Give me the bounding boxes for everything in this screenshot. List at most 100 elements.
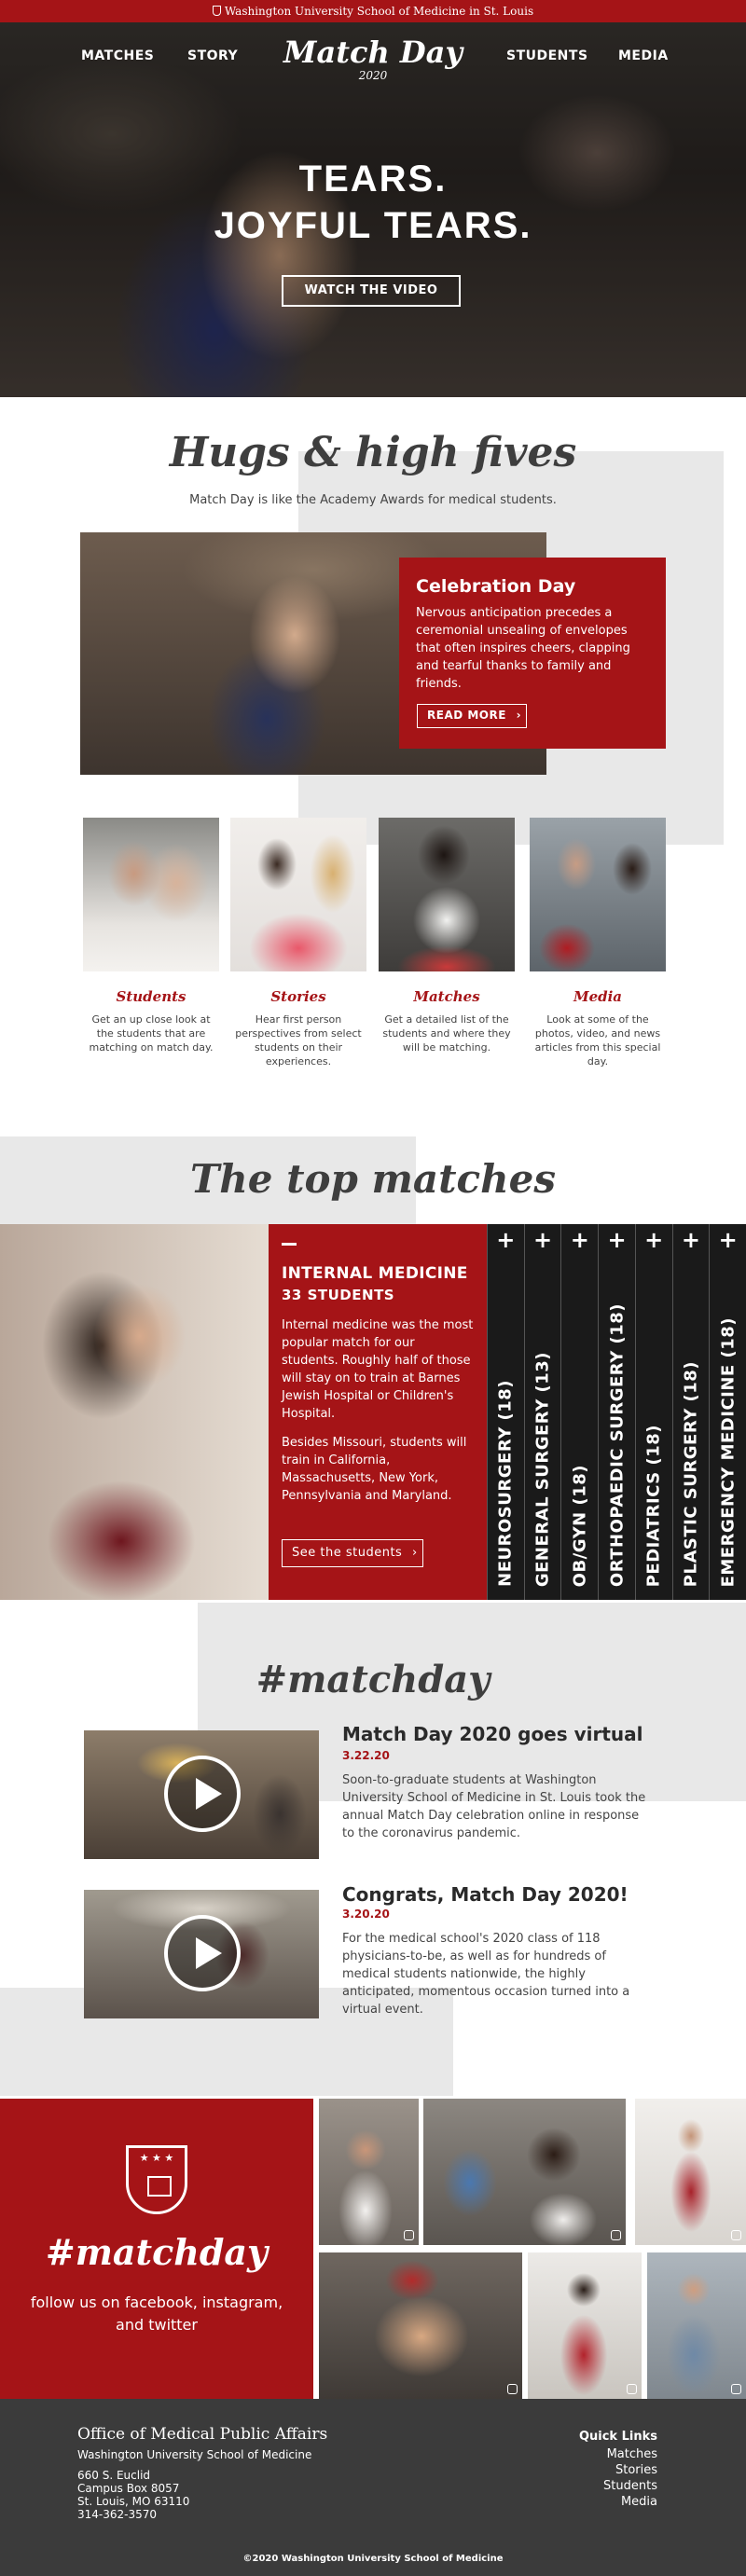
copyright: ©2020 Washington University School of Me… [242,2554,504,2564]
expand-plus-icon: + [570,1227,589,1253]
matches-card-title[interactable]: Matches [379,988,515,1005]
top-matches-heading: The top matches [189,1156,557,1202]
footer-address-line: 660 S. Euclid [77,2469,151,2482]
specialty-emergency-medicine[interactable]: + EMERGENCY MEDICINE (18) [709,1224,746,1600]
specialty-label: PEDIATRICS (18) [643,1424,664,1587]
instagram-photo[interactable] [319,2252,522,2399]
media-card[interactable]: Media Look at some of the photos, video,… [530,818,666,1068]
read-more-button[interactable]: READ MORE › [417,704,527,728]
footer-address-line: St. Louis, MO 63110 [77,2495,190,2508]
instagram-photo[interactable] [423,2099,626,2245]
university-name: Washington University School of Medicine… [224,5,534,18]
nav-media[interactable]: MEDIA [618,48,669,63]
specialty-plastic-surgery[interactable]: + PLASTIC SURGERY (18) [671,1224,710,1600]
expand-plus-icon: + [533,1227,553,1253]
university-bar[interactable]: Washington University School of Medicine… [0,0,746,22]
footer-address-line: Campus Box 8057 [77,2482,180,2495]
stories-card[interactable]: Stories Hear first person perspectives f… [230,818,366,1068]
brand-title: Match Day [283,34,463,70]
play-icon[interactable] [164,1756,241,1832]
news-title[interactable]: Match Day 2020 goes virtual [342,1723,643,1745]
see-students-button[interactable]: See the students › [282,1539,423,1567]
featured-paragraph-1: Internal medicine was the most popular m… [282,1318,474,1421]
social-hashtag[interactable]: #matchday [0,2231,313,2273]
footer-link-stories[interactable]: Stories [615,2463,657,2477]
celebration-title: Celebration Day [416,576,576,597]
footer-phone[interactable]: 314-362-3570 [77,2508,157,2521]
news-date: 3.20.20 [342,1908,390,1921]
expand-plus-icon: + [644,1227,664,1253]
news-date: 3.22.20 [342,1749,390,1762]
specialty-label: ORTHOPAEDIC SURGERY (18) [607,1302,628,1587]
nav-students[interactable]: STUDENTS [506,48,588,63]
news-video-thumbnail[interactable] [84,1890,319,2018]
watch-video-button[interactable]: WATCH THE VIDEO [282,275,461,307]
media-card-desc: Look at some of the photos, video, and n… [534,1013,661,1068]
play-icon[interactable] [164,1915,241,1991]
hero-heading-line2: JOYFUL TEARS. [214,205,532,246]
see-students-label: See the students [292,1546,403,1560]
instagram-photo[interactable] [528,2252,642,2399]
site-footer: Office of Medical Public Affairs Washing… [0,2399,746,2576]
specialty-pediatrics[interactable]: + PEDIATRICS (18) [634,1224,672,1600]
footer-school: Washington University School of Medicine [77,2448,312,2461]
chevron-right-icon: › [411,1546,418,1560]
university-crest-icon [126,2145,187,2214]
expand-plus-icon: + [681,1227,700,1253]
hugs-heading: Hugs & high fives [169,429,577,476]
instagram-icon [731,2384,741,2394]
specialty-neurosurgery[interactable]: + NEUROSURGERY (18) [487,1224,524,1600]
stories-card-title[interactable]: Stories [230,988,366,1005]
matches-card[interactable]: Matches Get a detailed list of the stude… [379,818,515,1054]
social-follow-text: follow us on facebook, instagram, and tw… [30,2294,283,2334]
specialty-obgyn[interactable]: + OB/GYN (18) [560,1224,598,1600]
brand-logo[interactable]: Match Day 2020 [280,35,466,82]
students-card-title[interactable]: Students [83,988,219,1005]
hero-section: MATCHES STORY Match Day 2020 STUDENTS ME… [0,22,746,397]
featured-student-count: 33 STUDENTS [282,1287,395,1303]
stories-card-desc: Hear first person perspectives from sele… [235,1013,362,1068]
page: Washington University School of Medicine… [0,0,746,2576]
celebration-text: Nervous anticipation precedes a ceremoni… [416,606,630,691]
instagram-icon [404,2230,414,2240]
news-title[interactable]: Congrats, Match Day 2020! [342,1883,629,1906]
instagram-photo[interactable] [635,2099,746,2245]
collapse-icon[interactable] [282,1243,297,1246]
footer-office: Office of Medical Public Affairs [77,2425,328,2444]
media-thumbnail [530,818,666,971]
footer-link-media[interactable]: Media [621,2495,657,2509]
shield-icon [212,6,221,16]
instagram-photo[interactable] [647,2252,746,2399]
media-card-title[interactable]: Media [530,988,666,1005]
specialty-label: EMERGENCY MEDICINE (18) [718,1316,739,1587]
chevron-right-icon: › [516,709,522,722]
matches-thumbnail [379,818,515,971]
expand-plus-icon: + [496,1227,516,1253]
news-heading: #matchday [256,1658,490,1701]
specialty-label: GENERAL SURGERY (13) [532,1351,553,1587]
stories-thumbnail [230,818,366,971]
social-panel: #matchday follow us on facebook, instagr… [0,2099,313,2399]
instagram-photo[interactable] [319,2099,419,2245]
read-more-label: READ MORE [427,709,506,722]
expand-plus-icon: + [718,1227,738,1253]
students-card[interactable]: Students Get an up close look at the stu… [83,818,219,1054]
specialty-general-surgery[interactable]: + GENERAL SURGERY (13) [523,1224,561,1600]
instagram-icon [731,2230,741,2240]
specialty-label: NEUROSURGERY (18) [495,1380,516,1587]
students-card-desc: Get an up close look at the students tha… [89,1013,214,1054]
news-video-thumbnail[interactable] [84,1730,319,1859]
specialty-label: PLASTIC SURGERY (18) [681,1360,701,1587]
featured-paragraph-2: Besides Missouri, students will train in… [282,1436,467,1503]
footer-link-students[interactable]: Students [603,2479,657,2493]
instagram-icon [611,2230,621,2240]
specialty-label: OB/GYN (18) [570,1464,590,1587]
hero-heading-line1: TEARS. [298,158,448,200]
footer-link-matches[interactable]: Matches [607,2447,657,2461]
specialty-orthopaedic-surgery[interactable]: + ORTHOPAEDIC SURGERY (18) [598,1224,635,1600]
nav-matches[interactable]: MATCHES [81,48,154,63]
instagram-icon [627,2384,637,2394]
nav-story[interactable]: STORY [187,48,238,63]
matches-card-desc: Get a detailed list of the students and … [382,1013,511,1054]
instagram-icon [507,2384,518,2394]
